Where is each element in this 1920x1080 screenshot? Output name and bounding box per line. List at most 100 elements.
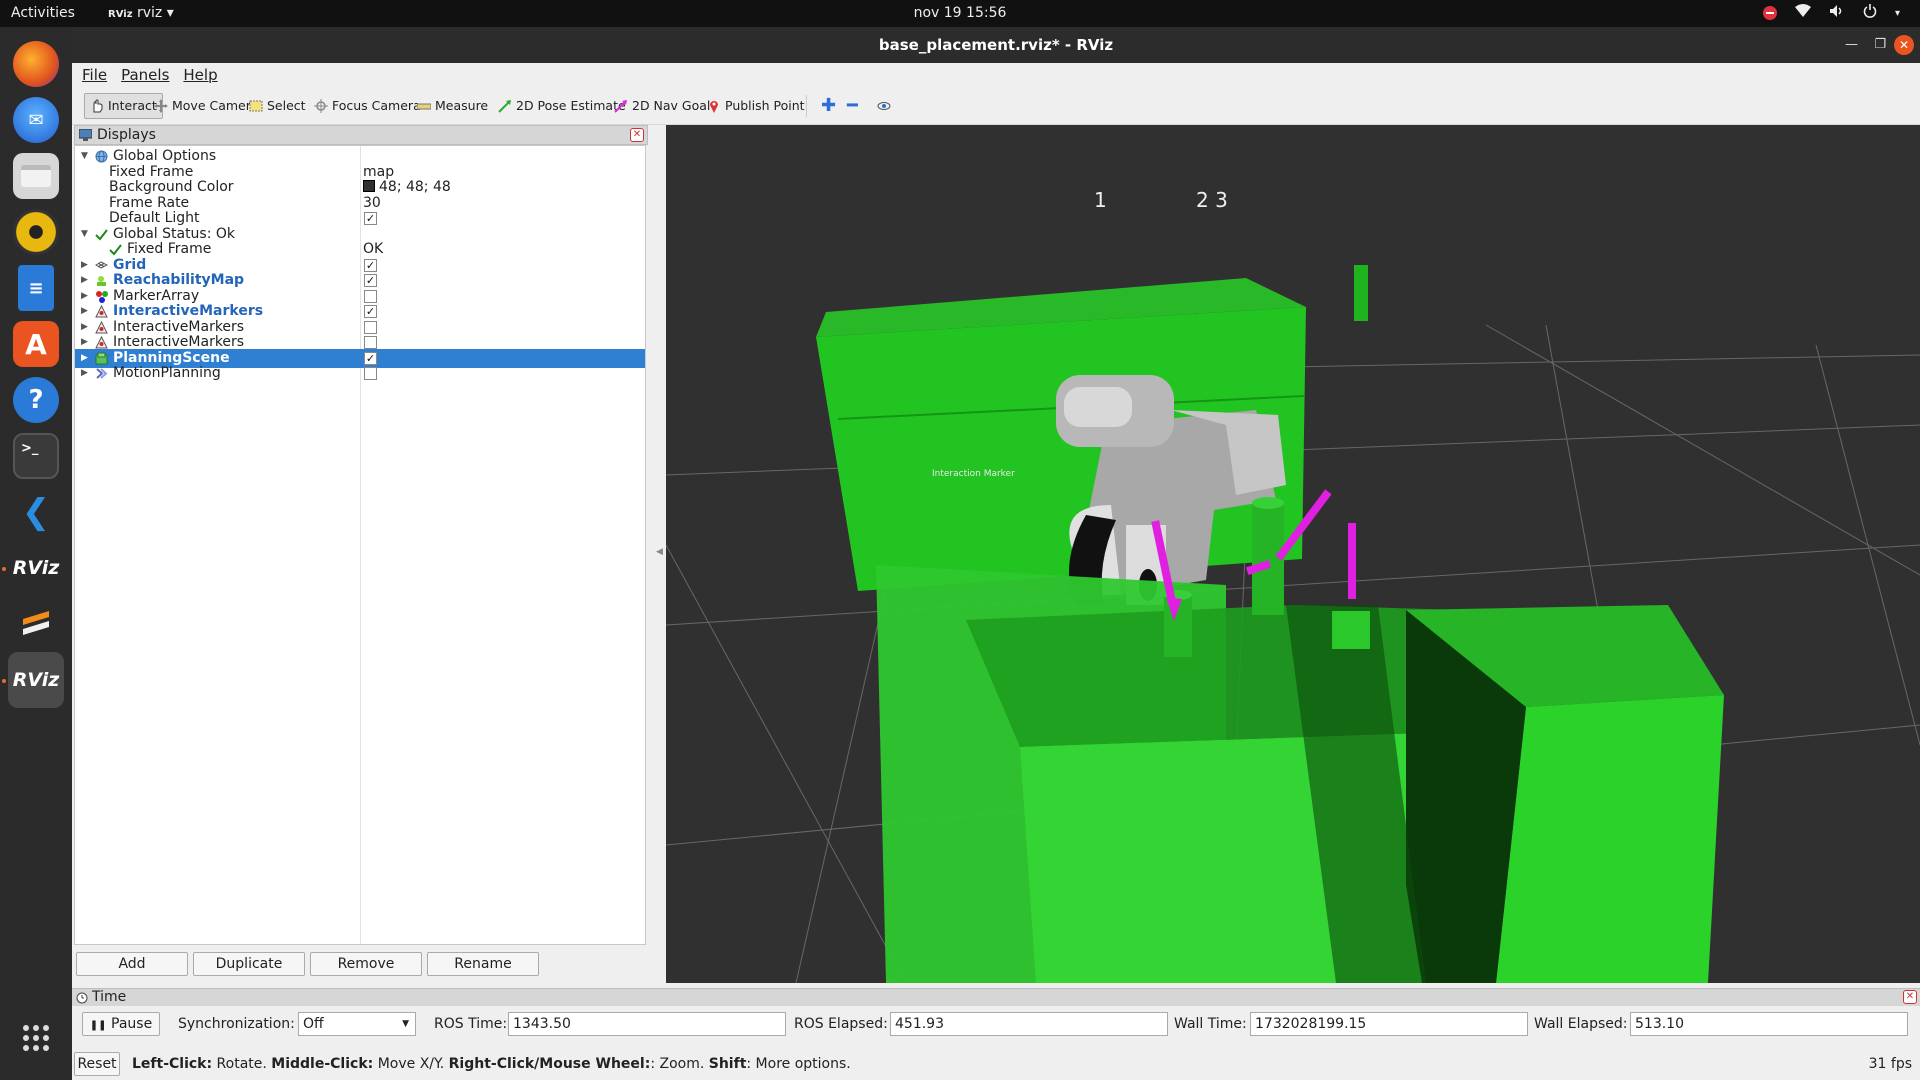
display-checkbox[interactable]: [364, 289, 377, 303]
displays-panel: Displays ✕ ▼ Global Options Fixed Frame map…: [74, 125, 648, 983]
duplicate-display-button[interactable]: Duplicate: [193, 952, 305, 976]
power-icon[interactable]: [1863, 4, 1877, 22]
tool-properties-button[interactable]: [872, 93, 896, 119]
monitor-icon: [79, 129, 92, 141]
display-checkbox[interactable]: ✓: [364, 274, 377, 287]
rhythmbox-icon: [13, 209, 59, 255]
help-desc: : Zoom.: [650, 1056, 709, 1072]
ros-elapsed-label: ROS Elapsed:: [794, 1016, 888, 1032]
time-panel-header: Time ✕: [72, 988, 1920, 1006]
dock-writer[interactable]: ≡: [8, 260, 64, 316]
help-icon: ?: [13, 377, 59, 423]
volume-icon[interactable]: [1829, 4, 1845, 22]
tool-label: Measure: [435, 98, 489, 113]
dock-rviz-2[interactable]: RViz: [8, 652, 64, 708]
splitter-left-arrow[interactable]: ◀: [656, 547, 663, 557]
ros-elapsed-field[interactable]: 451.93: [890, 1012, 1168, 1036]
dock-rhythmbox[interactable]: [8, 204, 64, 260]
select-icon: [249, 100, 263, 112]
add-display-button[interactable]: Add: [76, 952, 188, 976]
pin-icon: [710, 101, 718, 113]
notification-icon[interactable]: [1762, 6, 1777, 20]
plus-icon: ✚: [821, 95, 837, 116]
writer-icon: ≡: [18, 265, 54, 311]
maximize-button[interactable]: ❐: [1874, 27, 1886, 63]
ros-time-label: ROS Time:: [434, 1016, 508, 1032]
wall-time-label: Wall Time:: [1174, 1016, 1247, 1032]
display-checkbox[interactable]: ✓: [364, 305, 377, 318]
pause-button[interactable]: ❚❚ Pause: [82, 1012, 160, 1036]
tool-publish-point[interactable]: Publish Point: [702, 93, 810, 119]
display-checkbox[interactable]: [364, 320, 377, 334]
caret-down-icon[interactable]: ▾: [1895, 8, 1900, 19]
wall-elapsed-label: Wall Elapsed:: [1534, 1016, 1628, 1032]
menu-file[interactable]: File: [82, 66, 107, 84]
display-row[interactable]: ▶ MotionPlanning: [75, 364, 645, 383]
display-checkbox[interactable]: [364, 367, 377, 380]
tool-2d-nav-goal[interactable]: 2D Nav Goal: [609, 93, 715, 119]
menu-panels[interactable]: Panels: [121, 66, 169, 84]
dock-show-apps[interactable]: [8, 1010, 64, 1066]
dock-terminal[interactable]: >_: [8, 428, 64, 484]
sync-select[interactable]: Off ▼: [298, 1012, 416, 1036]
display-checkbox[interactable]: ✓: [364, 258, 377, 272]
dock-vscode[interactable]: ❮: [8, 484, 64, 540]
terminal-icon: >_: [13, 433, 59, 479]
dock-thunderbird[interactable]: ✉: [8, 92, 64, 148]
pause-icon: ❚❚: [89, 1020, 107, 1031]
dock-sublime[interactable]: [8, 596, 64, 652]
globe-icon: [95, 150, 108, 163]
tool-label: 2D Nav Goal: [632, 98, 711, 113]
thunderbird-icon: ✉: [13, 97, 59, 143]
wall-time-field[interactable]: 1732028199.15: [1250, 1012, 1528, 1036]
wifi-icon[interactable]: [1794, 4, 1811, 22]
display-checkbox[interactable]: ✓: [364, 212, 377, 225]
marker-label-2-3: 2 3: [1196, 188, 1228, 212]
dock-software[interactable]: A: [8, 316, 64, 372]
expand-arrow-right-icon[interactable]: ▶: [81, 364, 91, 383]
add-tool-button[interactable]: ✚: [816, 93, 841, 119]
dock-firefox[interactable]: [8, 36, 64, 92]
eye-icon: [877, 102, 891, 110]
dock-rviz-1[interactable]: RViz: [8, 540, 64, 596]
tool-measure[interactable]: Measure: [412, 93, 493, 119]
display-checkbox[interactable]: ✓: [364, 351, 377, 365]
menu-help[interactable]: Help: [183, 66, 217, 84]
dock-files[interactable]: [8, 148, 64, 204]
close-panel-button[interactable]: ✕: [630, 128, 644, 142]
window-titlebar[interactable]: base_placement.rviz* - RViz — ❐ ✕: [72, 27, 1920, 63]
imarker-icon: [95, 336, 108, 349]
3d-viewport[interactable]: Interaction Marker 1 2 3: [666, 125, 1920, 983]
help-text: Left-Click: Rotate. Middle-Click: Move X…: [132, 1056, 851, 1072]
close-button[interactable]: ✕: [1894, 35, 1914, 55]
time-panel: Time ✕ ❚❚ Pause Synchronization: Off ▼ R…: [72, 988, 1920, 1046]
tool-select[interactable]: Select: [244, 93, 311, 119]
display-checkbox[interactable]: [364, 336, 377, 349]
toolbar-separator: [806, 95, 807, 117]
marker-label-1: 1: [1094, 188, 1107, 212]
grid-icon: [95, 260, 108, 269]
tool-focus-camera[interactable]: Focus Camera: [309, 93, 426, 119]
displays-title: Displays: [97, 127, 156, 143]
close-time-panel-button[interactable]: ✕: [1903, 990, 1917, 1004]
help-desc: : More options.: [746, 1056, 851, 1072]
remove-display-button[interactable]: Remove: [310, 952, 422, 976]
dock-help[interactable]: ?: [8, 372, 64, 428]
reset-button[interactable]: Reset: [74, 1052, 120, 1076]
imarker-icon: [95, 320, 108, 333]
ros-time-field[interactable]: 1343.50: [508, 1012, 786, 1036]
scene-render[interactable]: Interaction Marker 1 2 3: [666, 125, 1920, 983]
remove-tool-button[interactable]: ━: [842, 93, 863, 119]
clock[interactable]: nov 19 15:56: [0, 5, 1920, 21]
scene-icon: [95, 352, 108, 364]
wall-elapsed-field[interactable]: 513.10: [1630, 1012, 1908, 1036]
rename-display-button[interactable]: Rename: [427, 952, 539, 976]
minimize-button[interactable]: —: [1845, 27, 1858, 63]
tool-label: Publish Point: [725, 98, 805, 113]
color-swatch[interactable]: [363, 180, 375, 192]
pink-arrow-icon: [614, 100, 627, 113]
ruler-icon: [417, 103, 431, 110]
move-icon: [154, 99, 168, 113]
display-name: MotionPlanning: [113, 365, 221, 381]
imarker-icon: [95, 305, 108, 318]
